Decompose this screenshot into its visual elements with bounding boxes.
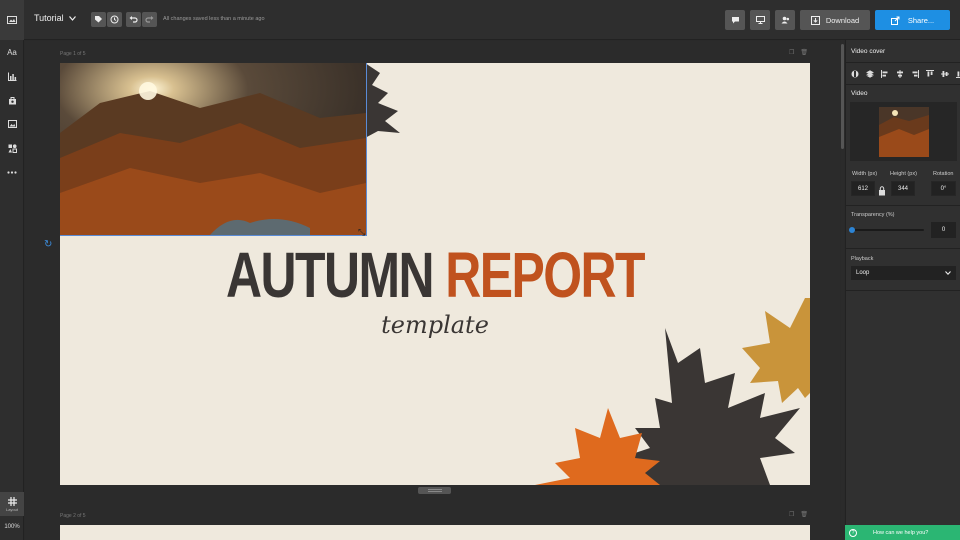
present-icon[interactable]: [750, 10, 770, 30]
history-icon[interactable]: [107, 12, 122, 27]
align-right-icon[interactable]: [909, 69, 921, 79]
brand-kit-icon[interactable]: [0, 92, 24, 108]
save-status: All changes saved less than a minute ago: [163, 16, 265, 22]
width-label: Width (px): [852, 171, 878, 177]
video-section-label: Video: [851, 90, 868, 97]
rotate-icon[interactable]: ↻: [44, 239, 52, 250]
video-thumbnail[interactable]: [850, 102, 957, 161]
align-center-icon[interactable]: [894, 69, 906, 79]
download-label: Download: [825, 15, 860, 25]
collaborators-icon[interactable]: [775, 10, 795, 30]
align-bottom-icon[interactable]: [954, 69, 960, 79]
leaf-dark-small: [365, 63, 400, 138]
page-1-label: Page 1 of 5: [60, 51, 86, 57]
playback-label: Playback: [851, 256, 874, 262]
duplicate-page-icon[interactable]: ❐: [789, 511, 794, 518]
image-icon[interactable]: [0, 116, 24, 132]
title-word-report: REPORT: [445, 239, 645, 311]
download-icon: [810, 15, 820, 25]
text-icon: Aa: [7, 47, 17, 57]
playback-value: Loop: [856, 270, 870, 276]
width-field[interactable]: 612: [851, 181, 875, 196]
delete-page-icon[interactable]: 🗑: [800, 49, 808, 56]
document-title-menu[interactable]: Tutorial: [34, 13, 76, 23]
layout-label: Layout: [5, 506, 18, 512]
playback-select[interactable]: Loop: [851, 266, 956, 280]
left-toolbar: Aa Layout 100%: [0, 40, 24, 540]
home-icon[interactable]: [0, 0, 24, 40]
slide-page-1[interactable]: ⤡ AUTUMN REPORT template: [60, 63, 810, 485]
download-button[interactable]: Download: [800, 10, 870, 30]
align-left-icon[interactable]: [879, 69, 891, 79]
comment-icon[interactable]: [725, 10, 745, 30]
height-field[interactable]: 344: [891, 181, 915, 196]
text-tool[interactable]: Aa: [0, 44, 24, 60]
page-2-tools: ❐ 🗑: [789, 511, 808, 518]
grid-icon: [7, 496, 17, 506]
leaf-orange: [535, 408, 660, 485]
align-middle-icon[interactable]: [939, 69, 951, 79]
video-cover[interactable]: [60, 63, 367, 236]
transparency-field[interactable]: 0: [931, 222, 956, 238]
share-button[interactable]: Share...: [875, 10, 950, 30]
divider: [846, 84, 960, 85]
rotation-field[interactable]: 0°: [931, 181, 956, 196]
video-thumbnail-image: [878, 106, 929, 157]
height-label: Height (px): [890, 171, 917, 177]
align-top-icon[interactable]: [924, 69, 936, 79]
title-word-autumn: AUTUMN: [226, 239, 434, 311]
top-bar: Tutorial All changes saved less than a m…: [0, 0, 960, 40]
editor-app: Tutorial All changes saved less than a m…: [0, 0, 960, 540]
share-label: Share...: [907, 15, 935, 25]
chart-icon[interactable]: [0, 68, 24, 84]
redo-icon[interactable]: [142, 12, 157, 27]
align-toolbar: [849, 69, 960, 79]
resize-handle-icon[interactable]: ⤡: [358, 227, 365, 238]
slide-page-2[interactable]: [60, 525, 810, 540]
transparency-slider-knob[interactable]: [849, 227, 855, 233]
chevron-down-icon: [945, 271, 951, 275]
duplicate-page-icon[interactable]: ❐: [789, 49, 794, 56]
tag-icon[interactable]: [91, 12, 106, 27]
rotation-label: Rotation: [933, 171, 954, 177]
page-resize-handle[interactable]: [418, 487, 451, 494]
delete-page-icon[interactable]: 🗑: [800, 511, 808, 518]
slide-title[interactable]: AUTUMN REPORT: [143, 238, 728, 312]
transparency-label: Transparency (%): [851, 212, 895, 218]
slide-subtitle[interactable]: template: [60, 311, 810, 339]
divider: [846, 248, 960, 249]
transparency-slider[interactable]: [851, 229, 924, 231]
lock-icon[interactable]: [878, 183, 886, 201]
scrollbar-thumb[interactable]: [841, 44, 844, 149]
divider: [846, 62, 960, 63]
properties-panel: Video cover Video Width (px) Height (px)…: [845, 40, 960, 540]
more-icon[interactable]: [0, 164, 24, 180]
layer-back-icon[interactable]: [849, 69, 861, 79]
panel-title: Video cover: [851, 48, 886, 55]
layout-button[interactable]: Layout: [0, 492, 24, 516]
page-1-tools: ❐ 🗑: [789, 49, 808, 56]
share-icon: [890, 16, 900, 25]
help-chat-button[interactable]: ? How can we help you?: [845, 525, 960, 540]
zoom-level[interactable]: 100%: [0, 524, 24, 530]
undo-icon[interactable]: [126, 12, 141, 27]
help-text: How can we help you?: [873, 529, 929, 536]
chevron-down-icon: [68, 15, 76, 21]
document-title: Tutorial: [34, 13, 64, 23]
help-icon: ?: [849, 528, 857, 537]
page-2-label: Page 2 of 5: [60, 513, 86, 519]
elements-icon[interactable]: [0, 140, 24, 156]
divider: [846, 290, 960, 291]
divider: [846, 205, 960, 206]
layers-icon[interactable]: [864, 69, 876, 79]
video-landscape-image: [60, 63, 366, 235]
